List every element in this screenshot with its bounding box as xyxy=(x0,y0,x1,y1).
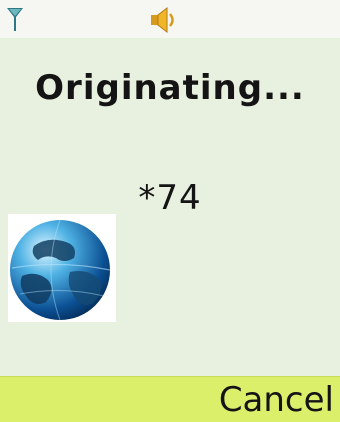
globe-icon xyxy=(8,214,116,322)
softkey-bar: Cancel xyxy=(0,376,340,422)
speaker-icon xyxy=(151,6,174,34)
status-bar xyxy=(0,0,340,38)
signal-antenna-icon xyxy=(7,8,23,31)
call-status-text: Originating... xyxy=(35,68,305,108)
cancel-softkey[interactable]: Cancel xyxy=(219,379,334,421)
phone-screen: Originating... *74 Cancel xyxy=(0,0,340,422)
dialed-number: *74 xyxy=(138,178,202,218)
